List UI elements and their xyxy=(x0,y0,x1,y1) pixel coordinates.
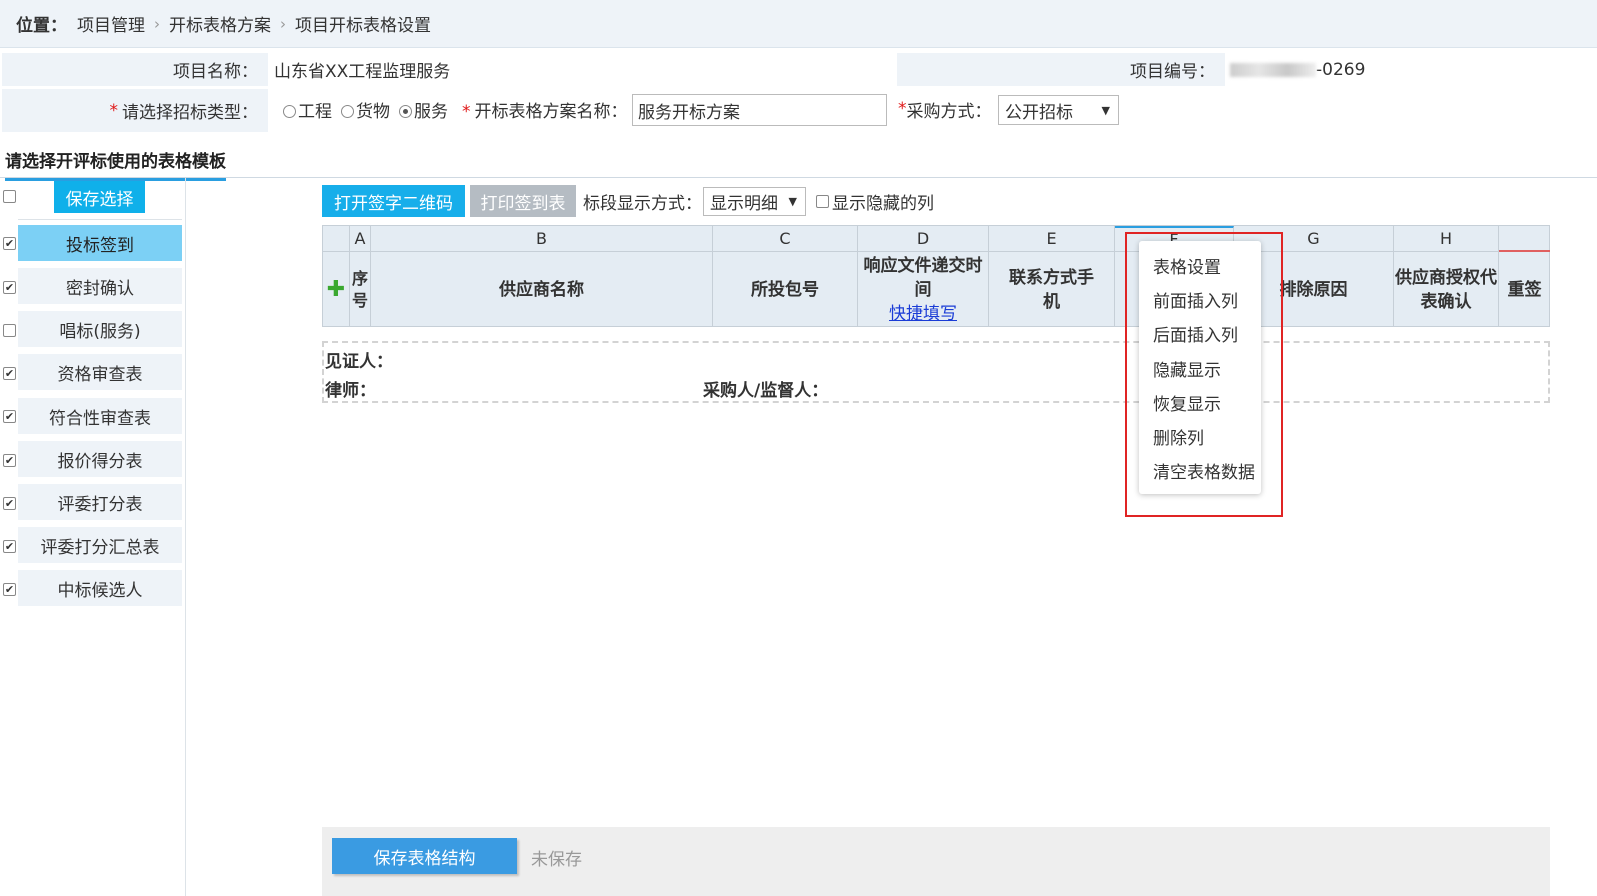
project-code-value: -0269 xyxy=(1230,53,1365,86)
project-name-value: 山东省XX工程监理服务 xyxy=(274,62,451,82)
breadcrumb-label: 位置： xyxy=(16,16,67,36)
sidebar-item-compliance[interactable]: 符合性审查表 xyxy=(18,398,182,434)
add-row-button[interactable]: ✚ xyxy=(323,252,350,327)
project-name-label: 项目名称： xyxy=(2,53,268,86)
purchase-method-label: * 采购方式： xyxy=(898,99,992,122)
col-letter-a[interactable]: A xyxy=(350,226,371,252)
checkbox-item-9[interactable]: ✔ xyxy=(3,583,16,596)
checkbox-item-8[interactable]: ✔ xyxy=(3,540,16,553)
witness-label: 见证人： xyxy=(325,352,393,372)
th-seq: 序号 xyxy=(350,252,371,327)
project-code-label: 项目编号： xyxy=(897,53,1225,86)
dropdown-arrow-icon: ▼ xyxy=(788,195,797,208)
redacted-mask xyxy=(1230,62,1316,77)
save-status: 未保存 xyxy=(531,850,582,870)
plus-icon: ✚ xyxy=(326,276,346,302)
chevron-right-icon: › xyxy=(154,14,160,33)
sidebar-item-qualification[interactable]: 资格审查表 xyxy=(18,354,182,390)
sidebar-item-price-score[interactable]: 报价得分表 xyxy=(18,441,182,477)
radio-checked-icon xyxy=(399,104,412,118)
sidebar-item-judge-score[interactable]: 评委打分表 xyxy=(18,484,182,520)
sidebar-item-judge-summary[interactable]: 评委打分汇总表 xyxy=(18,527,182,563)
segment-display-select[interactable]: 显示明细 ▼ xyxy=(703,187,806,216)
col-letter-e[interactable]: E xyxy=(989,226,1115,252)
col-letter-c[interactable]: C xyxy=(713,226,858,252)
select-all-checkbox[interactable] xyxy=(3,190,16,203)
print-signin-button[interactable]: 打印签到表 xyxy=(470,185,576,217)
breadcrumb-item-scheme[interactable]: 开标表格方案 xyxy=(169,11,271,36)
corner-cell xyxy=(323,226,350,252)
sidebar-item-seal-confirm[interactable]: 密封确认 xyxy=(18,268,182,304)
segment-display-label: 标段显示方式： xyxy=(583,193,702,214)
th-submit-time: 响应文件递交时间 快捷填写 xyxy=(858,252,989,327)
th-package: 所投包号 xyxy=(713,252,858,327)
lawyer-label: 律师： xyxy=(325,381,376,401)
sidebar-item-bid-signin[interactable]: 投标签到 xyxy=(18,225,182,261)
section-title: 请选择开评标使用的表格模板 xyxy=(0,141,1597,181)
th-auth-confirm: 供应商授权代表确认 xyxy=(1394,252,1499,327)
sidebar-item-candidates[interactable]: 中标候选人 xyxy=(18,570,182,606)
purchase-method-select[interactable]: 公开招标 ▼ xyxy=(998,95,1119,125)
checkbox-item-6[interactable]: ✔ xyxy=(3,454,16,467)
th-supplier: 供应商名称 xyxy=(371,252,713,327)
breadcrumb: 位置： 项目管理 › 开标表格方案 › 项目开标表格设置 xyxy=(0,0,1597,48)
sidebar-item-bid-reading[interactable]: 唱标(服务) xyxy=(18,311,182,347)
col-letter-i[interactable] xyxy=(1499,226,1550,252)
open-qr-button[interactable]: 打开签字二维码 xyxy=(322,185,465,217)
col-letter-h[interactable]: H xyxy=(1394,226,1499,252)
checkbox-item-3[interactable] xyxy=(3,324,16,337)
checkbox-item-2[interactable]: ✔ xyxy=(3,281,16,294)
checkbox-icon xyxy=(816,194,829,208)
radio-circle-icon xyxy=(341,104,354,118)
col-letter-b[interactable]: B xyxy=(371,226,713,252)
divider xyxy=(18,219,182,220)
highlight-box xyxy=(1125,232,1283,517)
show-hidden-cols-toggle[interactable]: 显示隐藏的列 xyxy=(816,185,934,217)
save-structure-button[interactable]: 保存表格结构 xyxy=(332,838,517,874)
radio-service[interactable]: 服务 xyxy=(399,97,448,122)
checkbox-item-5[interactable]: ✔ xyxy=(3,410,16,423)
radio-goods[interactable]: 货物 xyxy=(341,97,390,122)
radio-circle-icon xyxy=(283,104,296,118)
breadcrumb-item-current: 项目开标表格设置 xyxy=(295,16,431,36)
quick-fill-link[interactable]: 快捷填写 xyxy=(889,302,957,326)
th-resign: 重签 xyxy=(1507,279,1542,300)
scheme-name-input[interactable]: 服务开标方案 xyxy=(632,94,887,126)
purchaser-label: 采购人/监督人： xyxy=(703,381,829,401)
dropdown-arrow-icon: ▼ xyxy=(1101,103,1110,117)
chevron-right-icon: › xyxy=(280,14,286,33)
signin-table: A B C D E F G H ✚ 序号 供应商名称 所投包号 响应文件递交时间… xyxy=(322,225,1550,327)
checkbox-item-4[interactable]: ✔ xyxy=(3,367,16,380)
th-contact: 联系方式手机 xyxy=(989,252,1115,327)
checkbox-item-1[interactable]: ✔ xyxy=(3,237,16,250)
checkbox-item-7[interactable]: ✔ xyxy=(3,497,16,510)
col-letter-d[interactable]: D xyxy=(858,226,989,252)
signature-area: 见证人： 律师： 采购人/监督人： xyxy=(322,341,1550,403)
radio-engineering[interactable]: 工程 xyxy=(283,97,332,122)
save-selection-button[interactable]: 保存选择 xyxy=(54,181,145,213)
breadcrumb-item-project-mgmt[interactable]: 项目管理 xyxy=(77,11,145,36)
bid-type-label: * 请选择招标类型： xyxy=(2,89,268,132)
bid-type-radio-group: 工程 货物 服务 * 开标表格方案名称： xyxy=(283,89,628,129)
scheme-name-label: * 开标表格方案名称： xyxy=(462,101,628,122)
